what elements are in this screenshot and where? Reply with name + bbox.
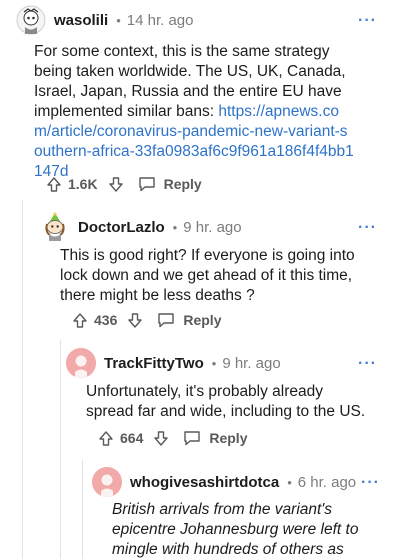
more-options-button[interactable]: ··· — [361, 475, 380, 491]
comment-body: Unfortunately, it's probably already spr… — [86, 383, 366, 420]
avatar[interactable] — [40, 212, 70, 242]
downvote-icon[interactable] — [127, 312, 143, 328]
vote-score: 436 — [94, 312, 118, 328]
reply-icon[interactable] — [157, 312, 175, 328]
comment-body: This is good right? If everyone is going… — [60, 247, 355, 304]
username[interactable]: TrackFittyTwo — [104, 355, 204, 372]
timestamp: 9 hr. ago — [183, 218, 242, 236]
more-options-button[interactable]: ··· — [358, 13, 377, 29]
avatar[interactable] — [92, 467, 122, 497]
username[interactable]: DoctorLazlo — [78, 219, 165, 236]
upvote-icon[interactable] — [72, 312, 88, 328]
upvote-icon[interactable] — [98, 430, 114, 446]
separator-dot: • — [116, 12, 121, 28]
reply-button[interactable]: Reply — [164, 176, 202, 192]
avatar[interactable] — [16, 5, 46, 35]
vote-score: 1.6K — [68, 176, 98, 192]
comment: TrackFittyTwo • 9 hr. ago ··· Unfortunat… — [0, 340, 400, 460]
comment-header: DoctorLazlo • 9 hr. ago — [40, 212, 242, 242]
downvote-icon[interactable] — [153, 430, 169, 446]
upvote-icon[interactable] — [46, 176, 62, 192]
downvote-icon[interactable] — [108, 176, 124, 192]
comment-header: wasolili • 14 hr. ago — [16, 5, 193, 35]
comment-body: For some context, this is the same strat… — [34, 42, 356, 182]
snoo-avatar-icon — [16, 5, 46, 35]
comment-actions: 664 Reply — [98, 430, 247, 446]
more-options-button[interactable]: ··· — [358, 356, 377, 372]
reply-icon[interactable] — [138, 176, 156, 192]
comment-actions: 1.6K Reply — [46, 176, 202, 192]
timestamp: 6 hr. ago — [297, 473, 357, 491]
comment-header: TrackFittyTwo • 9 hr. ago — [66, 348, 281, 378]
timestamp: 9 hr. ago — [222, 354, 281, 372]
snoo-avatar-icon — [92, 467, 122, 497]
avatar[interactable] — [66, 348, 96, 378]
reply-button[interactable]: Reply — [183, 312, 221, 328]
snoo-avatar-icon — [66, 348, 96, 378]
separator-dot: • — [211, 355, 217, 371]
timestamp: 14 hr. ago — [126, 11, 194, 29]
comment-actions: 436 Reply — [72, 312, 221, 328]
separator-dot: • — [287, 474, 292, 490]
vote-score: 664 — [120, 430, 144, 446]
reply-button[interactable]: Reply — [209, 430, 247, 446]
comment: whogivesashirtdotca • 6 hr. ago ··· Brit… — [0, 460, 400, 559]
separator-dot: • — [172, 219, 178, 235]
comment-header: whogivesashirtdotca • 6 hr. ago — [92, 467, 356, 497]
snoo-avatar-icon — [45, 212, 65, 241]
more-options-button[interactable]: ··· — [358, 220, 377, 236]
reply-icon[interactable] — [183, 430, 201, 446]
username[interactable]: wasolili — [54, 12, 108, 29]
username[interactable]: whogivesashirtdotca — [130, 474, 279, 491]
comment: wasolili • 14 hr. ago ··· For some conte… — [0, 0, 400, 200]
comment-body: British arrivals from the variant's epic… — [112, 501, 359, 558]
comment: DoctorLazlo • 9 hr. ago ··· This is good… — [0, 200, 400, 340]
